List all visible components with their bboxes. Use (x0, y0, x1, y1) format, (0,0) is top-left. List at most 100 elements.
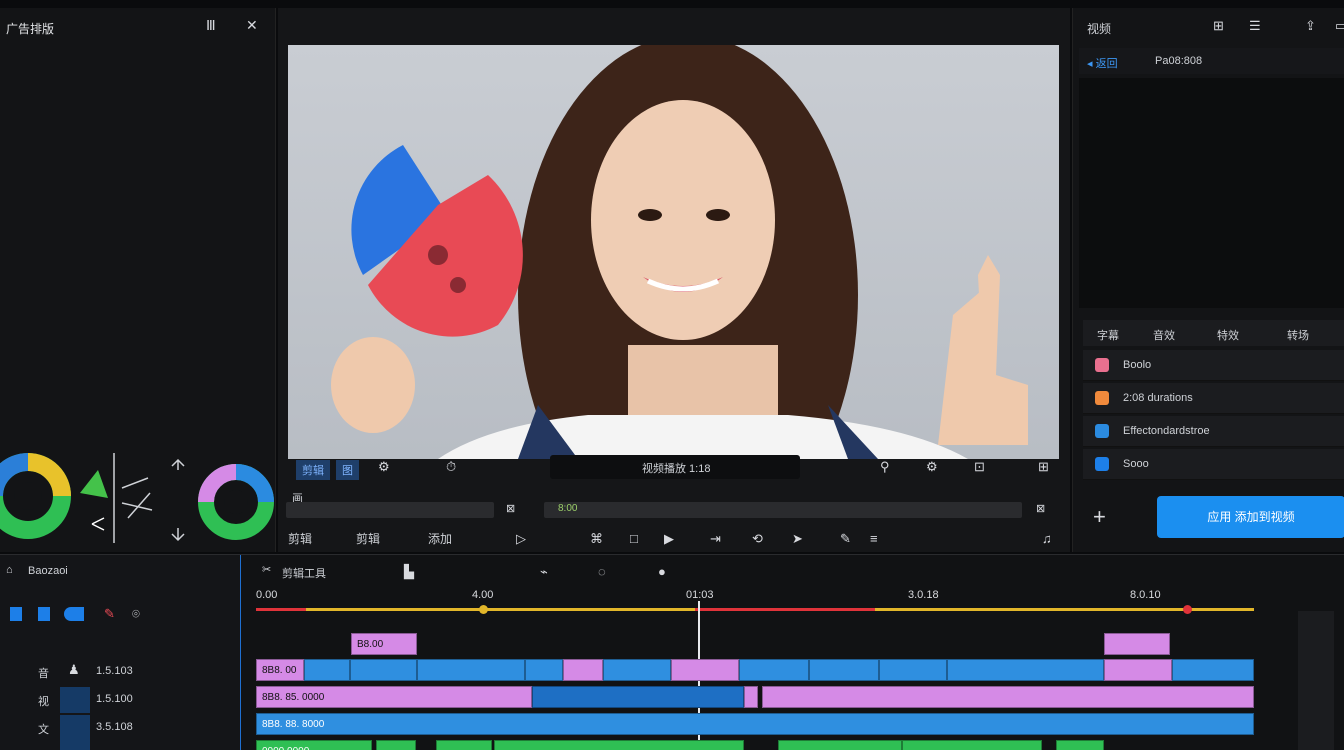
clip[interactable] (809, 659, 879, 681)
tab-effects[interactable]: 特效 (1217, 327, 1239, 343)
timecode-label: 视频播放 1:18 (642, 463, 711, 475)
clip[interactable] (1172, 659, 1254, 681)
menu-icon[interactable]: ≡ (870, 532, 878, 545)
list-item[interactable]: 2:08 durations (1083, 383, 1344, 414)
tab-transitions[interactable]: 转场 (1287, 327, 1309, 343)
audio-icon[interactable]: ♫ (1042, 532, 1052, 545)
clip[interactable] (947, 659, 1104, 681)
back-link[interactable]: ◂ 返回 (1087, 55, 1118, 71)
edit-tab[interactable]: 剪辑 (296, 460, 330, 480)
left-slider[interactable] (286, 502, 494, 518)
timeline-ruler-bar[interactable] (256, 608, 1254, 611)
tab-sound[interactable]: 音效 (1153, 327, 1175, 343)
pin-icon[interactable]: ⚲ (880, 460, 890, 473)
keyframe-marker[interactable] (1183, 605, 1192, 614)
item-color-icon (1095, 391, 1109, 405)
list-item[interactable]: Sooo (1083, 449, 1344, 480)
clip[interactable]: 8B8. 85. 0000 (256, 686, 532, 708)
adjust-icon[interactable]: ⚙ (926, 460, 938, 473)
right-panel-title: 视频 (1087, 22, 1112, 36)
breadcrumb-current: Pa08:808 (1155, 55, 1203, 67)
trim-button[interactable]: 剪辑 (356, 530, 380, 547)
pen-icon[interactable]: ✎ (840, 532, 851, 545)
clip[interactable] (376, 740, 416, 750)
expand-icon[interactable]: ⊠ (1036, 504, 1045, 515)
stop-icon[interactable]: □ (630, 532, 638, 545)
image-tab[interactable]: 图 (336, 460, 359, 480)
link-icon[interactable]: ⌁ (540, 565, 548, 578)
trim-icon[interactable]: ⇥ (710, 532, 721, 545)
wave-scope (80, 453, 185, 543)
split-icon[interactable]: ⌘ (590, 532, 603, 545)
clip[interactable] (739, 659, 809, 681)
keyframe-marker[interactable] (479, 605, 488, 614)
color-wheel-1[interactable] (0, 453, 71, 539)
layers-icon[interactable]: ☰ (1249, 19, 1261, 32)
play-icon[interactable]: ▷ (516, 532, 526, 545)
clip[interactable] (1104, 633, 1170, 655)
add-button[interactable]: 添加 (428, 530, 452, 547)
clip[interactable] (762, 686, 1254, 708)
clip[interactable] (350, 659, 417, 681)
clip[interactable] (525, 659, 563, 681)
clip[interactable] (1056, 740, 1104, 750)
clip[interactable] (563, 659, 603, 681)
lock-icon[interactable]: ⊡ (974, 460, 985, 473)
clip[interactable] (902, 740, 1042, 750)
clip[interactable]: 8B8. 88. 8000 (256, 713, 1254, 735)
grid-icon[interactable]: ⊞ (1213, 19, 1224, 32)
scissors-icon[interactable]: ✂ (262, 565, 271, 576)
window-icon[interactable]: ▭ (1335, 19, 1344, 32)
track-lock-icon[interactable]: ♟ (68, 663, 80, 676)
video-frame-image (331, 45, 1028, 459)
clip[interactable] (436, 740, 492, 750)
clip[interactable]: 0000 0000 (256, 740, 372, 750)
clip[interactable] (879, 659, 947, 681)
crop-icon[interactable]: ⊠ (506, 504, 515, 515)
clip[interactable] (417, 659, 525, 681)
clip[interactable] (494, 740, 744, 750)
tab-subtitles[interactable]: 字幕 (1097, 327, 1119, 343)
apply-button[interactable]: 应用 添加到视频 (1157, 496, 1344, 538)
forward-icon[interactable]: ▶ (664, 532, 674, 545)
home-icon[interactable]: ⌂ (6, 565, 13, 576)
brush-icon[interactable]: ✎ (104, 607, 115, 620)
zoom-icon[interactable]: ◌ (598, 565, 606, 578)
track-selected-icon[interactable] (60, 687, 90, 713)
track-selected-icon[interactable] (60, 715, 90, 750)
list-item[interactable]: Boolo (1083, 350, 1344, 381)
add-icon[interactable]: + (1093, 506, 1106, 528)
columns-icon[interactable]: Ⅲ (206, 18, 216, 32)
speed-icon[interactable]: ⏱ (446, 460, 456, 473)
snap-icon[interactable]: ▙ (404, 565, 414, 578)
track-toggle-icon[interactable] (10, 607, 22, 621)
color-wheel-widget[interactable] (0, 448, 276, 548)
record-icon[interactable]: ● (658, 565, 666, 578)
track-toggle-icon[interactable] (38, 607, 50, 621)
cut-button[interactable]: 剪辑 (288, 530, 312, 547)
panel-title: 广告排版 (6, 22, 55, 36)
track-name: 音 (38, 668, 49, 680)
close-icon[interactable]: ✕ (246, 18, 258, 32)
clip[interactable] (744, 686, 758, 708)
video-viewer[interactable] (288, 45, 1059, 459)
clip[interactable]: B8.00 (351, 633, 417, 655)
rotate-icon[interactable]: ⟲ (752, 532, 763, 545)
clip[interactable] (671, 659, 739, 681)
clip[interactable]: 8B8. 00 (256, 659, 304, 681)
list-item[interactable]: Effectondardstroe (1083, 416, 1344, 447)
progress-track[interactable]: 8:00 (544, 502, 1022, 518)
settings-icon[interactable]: ⚙ (378, 460, 390, 473)
export-icon[interactable]: ⇪ (1305, 19, 1316, 32)
color-wheel-2[interactable] (198, 464, 274, 540)
clip[interactable] (778, 740, 902, 750)
clip[interactable] (304, 659, 350, 681)
clip[interactable] (603, 659, 671, 681)
magnet-icon[interactable]: ⌾ (132, 607, 140, 620)
timeline-scrollbar[interactable] (1298, 611, 1334, 750)
fullscreen-icon[interactable]: ⊞ (1038, 460, 1049, 473)
track-toggle-icon[interactable] (64, 607, 84, 621)
arrow-icon[interactable]: ➤ (792, 532, 803, 545)
clip[interactable] (1104, 659, 1172, 681)
clip[interactable] (532, 686, 744, 708)
